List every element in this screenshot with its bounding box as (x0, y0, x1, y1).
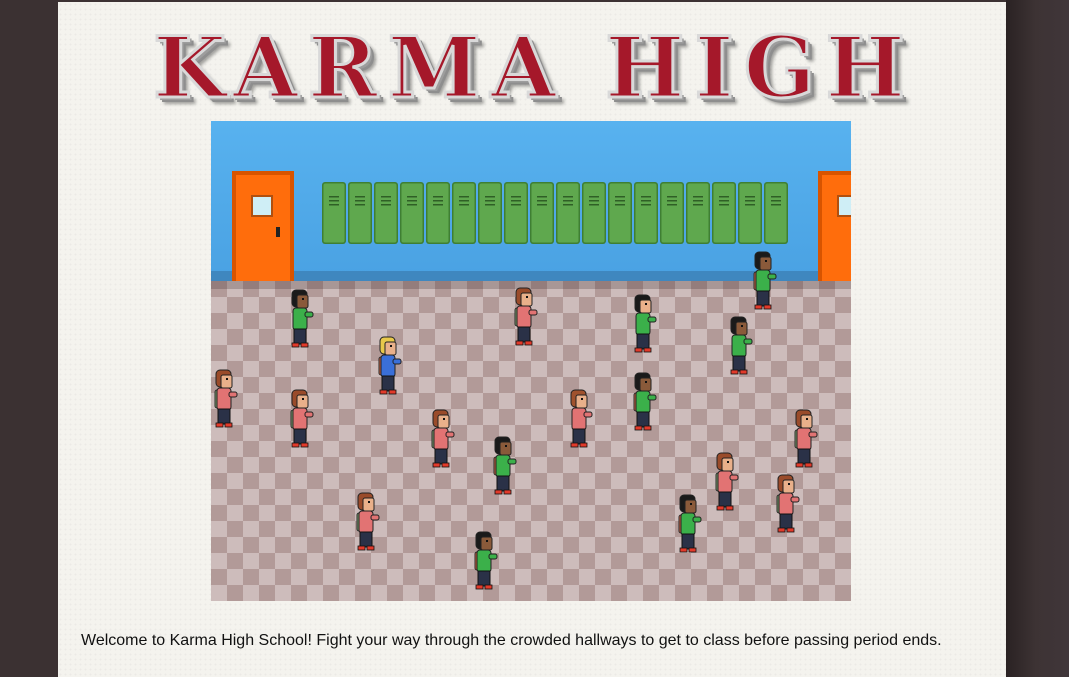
locker (374, 182, 398, 244)
locker (504, 182, 528, 244)
locker (660, 182, 684, 244)
locker (452, 182, 476, 244)
locker (712, 182, 736, 244)
locker (530, 182, 554, 244)
right-door (818, 171, 851, 281)
left-door (232, 171, 294, 281)
locker (556, 182, 580, 244)
locker (348, 182, 372, 244)
game-title-logo: KARMA HIGH (152, 20, 907, 116)
locker (764, 182, 788, 244)
locker (478, 182, 502, 244)
game-canvas[interactable] (211, 121, 851, 601)
page-container: KARMA HIGH Welcome to Karma High School!… (58, 2, 1006, 677)
locker (582, 182, 606, 244)
right-backdrop (1006, 0, 1069, 677)
locker (634, 182, 658, 244)
locker (686, 182, 710, 244)
left-backdrop (0, 0, 58, 677)
locker (322, 182, 346, 244)
game-title: KARMA HIGH (152, 18, 915, 117)
locker (426, 182, 450, 244)
hallway-scene[interactable] (211, 121, 851, 601)
locker (738, 182, 762, 244)
locker (400, 182, 424, 244)
game-description: Welcome to Karma High School! Fight your… (81, 632, 942, 649)
locker (608, 182, 632, 244)
